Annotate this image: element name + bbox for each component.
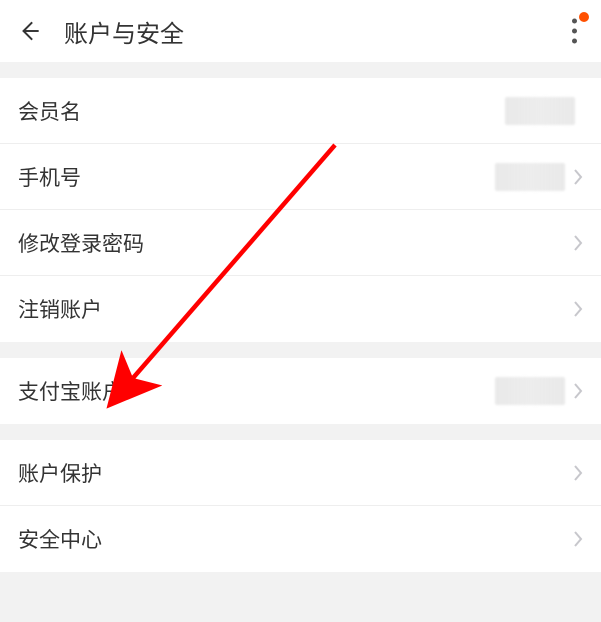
row-member-name[interactable]: 会员名: [0, 78, 601, 144]
phone-label: 手机号: [18, 162, 495, 192]
member-name-label: 会员名: [18, 96, 505, 126]
notification-indicator: [579, 12, 589, 22]
security-center-label: 安全中心: [18, 524, 573, 554]
row-alipay-account[interactable]: 支付宝账户: [0, 358, 601, 424]
page-title: 账户与安全: [64, 14, 184, 49]
chevron-right-icon: [573, 168, 583, 186]
chevron-right-icon: [573, 234, 583, 252]
back-icon[interactable]: [16, 17, 44, 45]
row-phone[interactable]: 手机号: [0, 144, 601, 210]
row-change-password[interactable]: 修改登录密码: [0, 210, 601, 276]
section-gap: [0, 424, 601, 440]
chevron-right-icon: [573, 530, 583, 548]
member-name-value-blurred: [505, 97, 575, 125]
header-bar: 账户与安全: [0, 0, 601, 62]
row-account-protection[interactable]: 账户保护: [0, 440, 601, 506]
chevron-right-icon: [573, 464, 583, 482]
change-password-label: 修改登录密码: [18, 228, 573, 258]
row-deactivate-account[interactable]: 注销账户: [0, 276, 601, 342]
section-gap: [0, 342, 601, 358]
chevron-right-icon: [573, 382, 583, 400]
alipay-label: 支付宝账户: [18, 376, 495, 406]
phone-value-blurred: [495, 163, 565, 191]
account-protection-label: 账户保护: [18, 458, 573, 488]
alipay-value-blurred: [495, 377, 565, 405]
section-gap: [0, 62, 601, 78]
deactivate-label: 注销账户: [18, 294, 573, 324]
chevron-right-icon: [573, 300, 583, 318]
row-security-center[interactable]: 安全中心: [0, 506, 601, 572]
